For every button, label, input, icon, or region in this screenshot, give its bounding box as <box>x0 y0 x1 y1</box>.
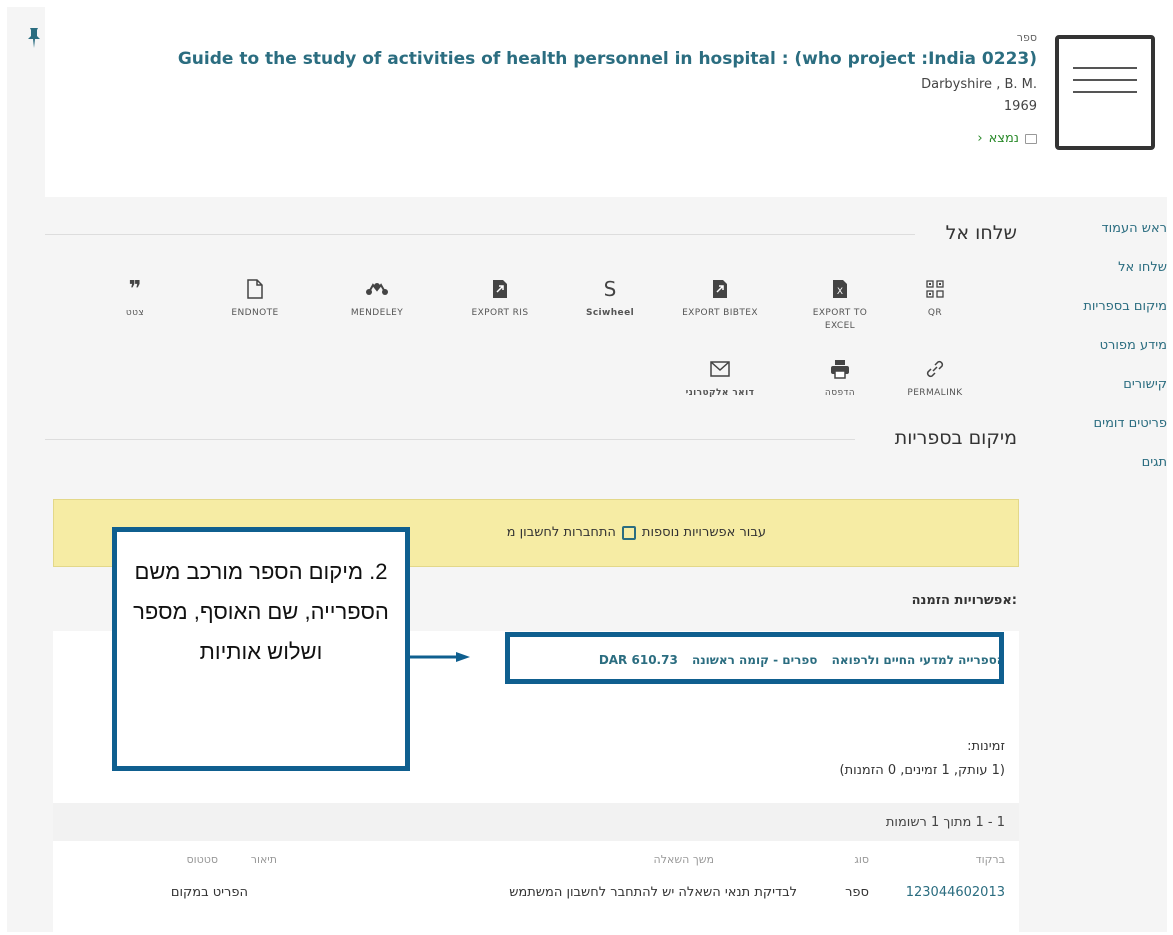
column-barcode: ברקוד <box>975 853 1005 866</box>
column-description: תיאור <box>250 853 277 866</box>
column-loan-period: משך השאלה <box>653 853 714 866</box>
sidenav-item-top[interactable]: ראש העמוד <box>1047 217 1167 241</box>
record-title[interactable]: Guide to the study of activities of heal… <box>178 49 1037 69</box>
permalink-label: PERMALINK <box>907 388 963 398</box>
endnote-button[interactable]: ENDNOTE <box>210 277 300 320</box>
endnote-label: ENDNOTE <box>231 308 279 318</box>
cite-button[interactable]: ❞ צטט <box>90 277 180 320</box>
main-content: ספר Guide to the study of activities of … <box>28 7 1167 932</box>
export-excel-label: EXPORT TO EXCEL <box>812 308 868 331</box>
export-ris-button[interactable]: EXPORT RIS <box>455 277 545 320</box>
export-bibtex-label: EXPORT BIBTEX <box>682 308 758 318</box>
login-link[interactable]: התחברות לחשבון מ <box>507 525 616 540</box>
alert-text: עבור אפשרויות נוספות <box>641 525 766 540</box>
link-icon <box>890 357 980 381</box>
pin-icon[interactable] <box>27 27 41 49</box>
print-button[interactable]: הדפסה <box>795 357 885 400</box>
side-navigation: ראש העמוד שלחו אל מיקום בספריות מידע מפו… <box>1047 217 1167 490</box>
mendeley-button[interactable]: MENDELEY <box>332 277 422 320</box>
print-label: הדפסה <box>824 388 856 398</box>
chevron-left-icon: ‹ <box>977 131 983 146</box>
cite-label: צטט <box>125 308 145 318</box>
book-icon <box>1025 133 1037 144</box>
export-excel-button[interactable]: X EXPORT TO EXCEL <box>795 277 885 333</box>
sidenav-item-locations[interactable]: מיקום בספריות <box>1047 295 1167 319</box>
record-card: ספר Guide to the study of activities of … <box>28 7 1167 197</box>
alert-message: עבור אפשרויות נוספות התחברות לחשבון מ <box>507 525 766 540</box>
annotation-callout: 2. מיקום הספר מורכב משם הספרייה, שם האוס… <box>112 527 410 771</box>
item-status: הפריט במקום <box>170 885 248 900</box>
item-type: ספר <box>845 885 869 900</box>
export-bibtex-button[interactable]: EXPORT BIBTEX <box>675 277 765 320</box>
availability-heading: זמינות: <box>967 739 1005 754</box>
email-button[interactable]: דואר אלקטרוני <box>675 357 765 400</box>
sciwheel-icon: S <box>603 277 617 301</box>
qr-label: QR <box>927 308 943 318</box>
locations-heading: מיקום בספריות <box>894 427 1017 449</box>
sidenav-item-similar[interactable]: פריטים דומים <box>1047 412 1167 436</box>
item-loan-period: לבדיקת תנאי השאלה יש להתחבר לחשבון המשתמ… <box>509 885 797 900</box>
mendeley-icon <box>332 277 422 301</box>
annotation-arrow <box>410 652 470 662</box>
mendeley-label: MENDELEY <box>350 308 404 318</box>
availability-label: נמצא <box>988 131 1019 146</box>
permalink-button[interactable]: PERMALINK <box>890 357 980 400</box>
send-to-heading: שלחו אל <box>945 222 1017 244</box>
sidenav-item-send-to[interactable]: שלחו אל <box>1047 256 1167 280</box>
order-options-label: אפשרויות הזמנה: <box>911 593 1017 608</box>
sidenav-item-tags[interactable]: תגים <box>1047 451 1167 475</box>
export-ris-label: EXPORT RIS <box>471 308 529 318</box>
email-icon <box>675 357 765 381</box>
sciwheel-button[interactable]: S Sciwheel <box>565 277 655 320</box>
qr-button[interactable]: QR <box>890 277 980 320</box>
availability-counts: (1 עותק, 1 זמינים, 0 הזמנות) <box>839 763 1005 778</box>
sciwheel-label: Sciwheel <box>585 308 635 318</box>
citation-icon: ❞ <box>128 276 142 302</box>
page-background: ספר Guide to the study of activities of … <box>7 7 1167 932</box>
record-author[interactable]: Darbyshire , B. M. <box>921 77 1037 92</box>
qr-icon <box>890 277 980 301</box>
print-icon <box>795 357 885 381</box>
endnote-icon <box>210 277 300 301</box>
column-type: סוג <box>854 853 869 866</box>
section-divider <box>45 234 915 235</box>
ris-icon <box>455 277 545 301</box>
sign-in-icon[interactable] <box>621 525 636 540</box>
column-status: סטטוס <box>186 853 218 866</box>
record-type: ספר <box>1016 31 1037 44</box>
bibtex-icon <box>675 277 765 301</box>
records-count: 1 - 1 מתוך 1 רשומות <box>885 815 1005 830</box>
sidenav-item-links[interactable]: קישורים <box>1047 373 1167 397</box>
section-divider <box>45 439 855 440</box>
email-label: דואר אלקטרוני <box>685 388 755 398</box>
svg-text:X: X <box>837 287 843 297</box>
sidenav-item-details[interactable]: מידע מפורט <box>1047 334 1167 358</box>
record-year: 1969 <box>1003 99 1037 114</box>
location-highlight-box <box>505 632 1004 684</box>
item-barcode[interactable]: 123044602013 <box>906 885 1005 900</box>
excel-icon: X <box>795 277 885 301</box>
book-cover-icon[interactable] <box>1055 35 1155 150</box>
availability-status[interactable]: נמצא ‹ <box>977 131 1037 146</box>
records-count-bar: 1 - 1 מתוך 1 רשומות <box>53 803 1019 841</box>
